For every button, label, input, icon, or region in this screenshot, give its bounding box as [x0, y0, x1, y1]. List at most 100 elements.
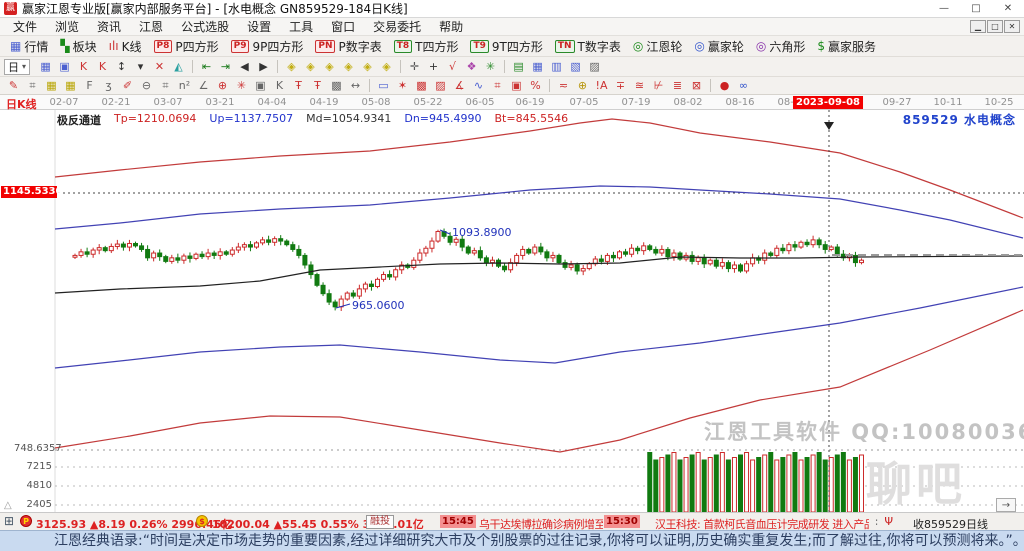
next-bar-icon[interactable]: ▶: [254, 59, 273, 75]
angle-icon[interactable]: ∠: [194, 78, 213, 94]
minimize-button[interactable]: —: [928, 0, 960, 17]
window-icon[interactable]: ▦: [36, 59, 55, 75]
gann-diamond-1-icon[interactable]: ◈: [282, 59, 301, 75]
red-net2-icon[interactable]: ▨: [431, 78, 450, 94]
wave-icon[interactable]: ∿: [469, 78, 488, 94]
prev-bar-icon[interactable]: ◀: [235, 59, 254, 75]
pencil-icon[interactable]: ✎: [4, 78, 23, 94]
panel-icon[interactable]: ▣: [55, 59, 74, 75]
shenzhen-index-icon[interactable]: $: [196, 515, 208, 527]
wave-line-icon[interactable]: ≂: [554, 78, 573, 94]
save-icon[interactable]: ▧: [566, 59, 585, 75]
mdi-restore-button[interactable]: □: [987, 20, 1003, 33]
k-quote-icon[interactable]: K: [270, 78, 289, 94]
printer-icon[interactable]: ▨: [585, 59, 604, 75]
mountain-icon[interactable]: ◭: [169, 59, 188, 75]
mdi-minimize-button[interactable]: ▁: [970, 20, 986, 33]
toolbar-button-hexagon[interactable]: ◎ 六角形: [750, 37, 812, 55]
scroll-left-indicator[interactable]: △: [4, 500, 12, 511]
hash-icon[interactable]: ⌗: [156, 78, 175, 94]
calculator-icon[interactable]: ▦: [528, 59, 547, 75]
net-icon[interactable]: ▩: [327, 78, 346, 94]
tower2-icon[interactable]: Ŧ: [308, 78, 327, 94]
target-icon[interactable]: ⊕: [213, 78, 232, 94]
news-source-tab[interactable]: 融投: [366, 515, 394, 529]
menu-item-帮助[interactable]: 帮助: [430, 18, 472, 35]
menu-item-资讯[interactable]: 资讯: [88, 18, 130, 35]
red-box-icon[interactable]: ▣: [507, 78, 526, 94]
toolbar-button-sectors[interactable]: ▚ 板块: [54, 37, 102, 55]
gann-diamond-2-icon[interactable]: ◈: [301, 59, 320, 75]
menu-item-浏览[interactable]: 浏览: [46, 18, 88, 35]
red-net-icon[interactable]: ▩: [412, 78, 431, 94]
red-ball-icon[interactable]: ●: [715, 78, 734, 94]
scroll-right-button[interactable]: →: [996, 498, 1016, 512]
red-hash-icon[interactable]: ⌗: [488, 78, 507, 94]
quote-grid-icon[interactable]: ⊞: [4, 514, 14, 528]
gold-target-icon[interactable]: ⊕: [573, 78, 592, 94]
updown-icon[interactable]: ↕: [112, 59, 131, 75]
tbar-icon[interactable]: ∓: [611, 78, 630, 94]
gann-diamond-5-icon[interactable]: ◈: [358, 59, 377, 75]
toolbar-button-t-square[interactable]: T8 T四方形: [388, 37, 465, 55]
menu-item-窗口[interactable]: 窗口: [322, 18, 364, 35]
percent-icon[interactable]: %: [526, 78, 545, 94]
asterisk-icon[interactable]: ✳: [232, 78, 251, 94]
toolbar-button-winner-service[interactable]: $ 赢家服务: [811, 37, 882, 55]
hook-icon[interactable]: ʒ: [99, 78, 118, 94]
crosshair-icon[interactable]: +: [424, 59, 443, 75]
lines-icon[interactable]: ≣: [668, 78, 687, 94]
first-bar-icon[interactable]: ⇤: [197, 59, 216, 75]
toolbar-button-p-square[interactable]: P8 P四方形: [148, 37, 225, 55]
last-bar-icon[interactable]: ⇥: [216, 59, 235, 75]
menu-item-交易委托[interactable]: 交易委托: [364, 18, 430, 35]
flower-icon[interactable]: ❖: [462, 59, 481, 75]
toolbar-button-gann-wheel[interactable]: ◎ 江恩轮: [627, 37, 689, 55]
chart-area[interactable]: 极反通道 Tp=1210.0694 Up=1137.7507 Md=1054.9…: [0, 110, 1024, 513]
toolbar-button-9p-square[interactable]: P9 9P四方形: [225, 37, 310, 55]
dropdown-caret-icon[interactable]: ▾: [131, 59, 150, 75]
h-arrow-icon[interactable]: ↔: [346, 78, 365, 94]
toolbar-button-p-table[interactable]: PN P数字表: [309, 37, 387, 55]
menu-item-文件[interactable]: 文件: [4, 18, 46, 35]
circle-slash-icon[interactable]: ⊖: [137, 78, 156, 94]
toolbar-button-winner-wheel[interactable]: ◎ 赢家轮: [688, 37, 750, 55]
n-square-icon[interactable]: n²: [175, 78, 194, 94]
news-ticker-item-2[interactable]: 汉王科技: 首款柯氏音血压计完成研发 进入产品注册阶段: [655, 516, 869, 530]
slash-t-icon[interactable]: ⊬: [649, 78, 668, 94]
toolbar-button-kline[interactable]: ılı K线: [103, 37, 148, 55]
news-ticker-item-1[interactable]: 乌干达埃博拉确诊病例增至11例: [479, 516, 603, 530]
calendar-icon[interactable]: ▤: [509, 59, 528, 75]
box-icon[interactable]: ▣: [251, 78, 270, 94]
gann-diamond-4-icon[interactable]: ◈: [339, 59, 358, 75]
cross-box-icon[interactable]: ⊠: [687, 78, 706, 94]
menu-item-设置[interactable]: 设置: [238, 18, 280, 35]
shanghai-index-icon[interactable]: P: [20, 515, 32, 527]
cube2-icon[interactable]: ▦: [61, 78, 80, 94]
mini-kline-icon[interactable]: K: [74, 59, 93, 75]
monitor-icon[interactable]: ▥: [547, 59, 566, 75]
maximize-button[interactable]: □: [960, 0, 992, 17]
toolbar-button-quotes[interactable]: ▦ 行情: [4, 37, 54, 55]
angle2-icon[interactable]: ∡: [450, 78, 469, 94]
approx-icon[interactable]: ≊: [630, 78, 649, 94]
check-icon[interactable]: √: [443, 59, 462, 75]
menu-item-江恩[interactable]: 江恩: [130, 18, 172, 35]
gann-diamond-3-icon[interactable]: ◈: [320, 59, 339, 75]
mdi-close-button[interactable]: ✕: [1004, 20, 1020, 33]
infinity-icon[interactable]: ∞: [734, 78, 753, 94]
tower-icon[interactable]: Ŧ: [289, 78, 308, 94]
menu-item-公式选股[interactable]: 公式选股: [172, 18, 238, 35]
letter-f-icon[interactable]: F: [80, 78, 99, 94]
grid-icon[interactable]: ⌗: [23, 78, 42, 94]
toolbar-button-t-table[interactable]: TN T数字表: [549, 37, 627, 55]
rect-tool-icon[interactable]: ▭: [374, 78, 393, 94]
mini-kline2-icon[interactable]: K: [93, 59, 112, 75]
menu-item-工具[interactable]: 工具: [280, 18, 322, 35]
toolbar-button-9t-square[interactable]: T9 9T四方形: [464, 37, 548, 55]
period-dropdown[interactable]: 日 ▾: [4, 58, 31, 75]
gann-diamond-6-icon[interactable]: ◈: [377, 59, 396, 75]
alert-a-icon[interactable]: !A: [592, 78, 611, 94]
hand-icon[interactable]: ✛: [405, 59, 424, 75]
leaf-icon[interactable]: ✳: [481, 59, 500, 75]
